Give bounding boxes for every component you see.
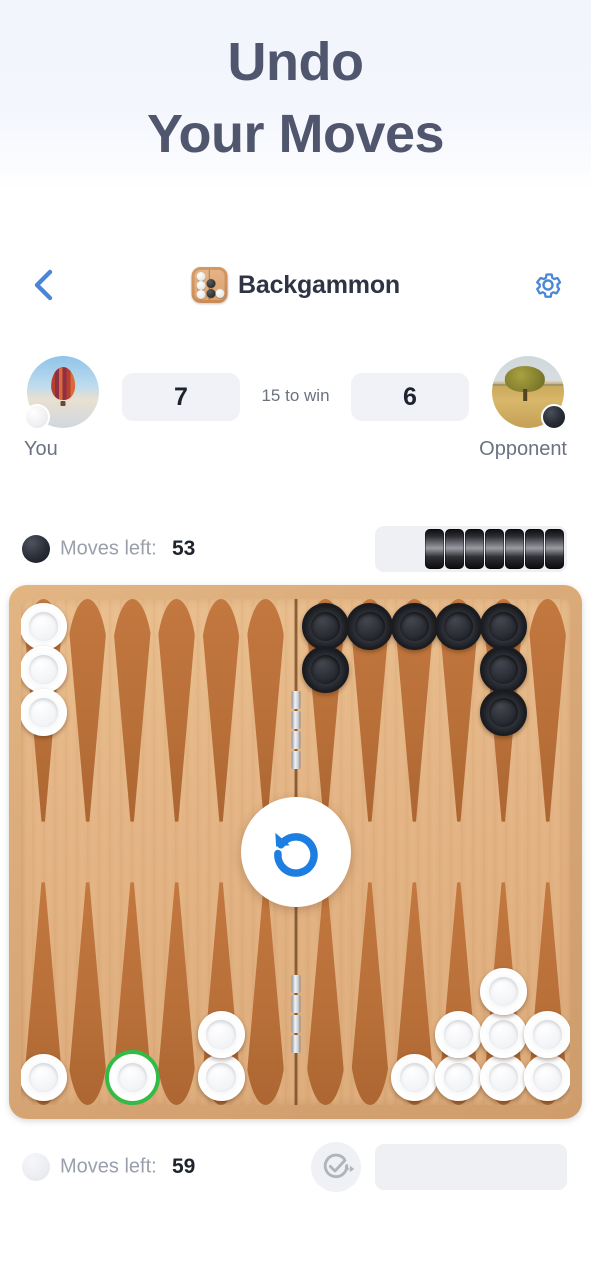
- undo-button[interactable]: [240, 797, 351, 907]
- board-point[interactable]: [244, 882, 287, 1105]
- board-point[interactable]: [155, 882, 198, 1105]
- avatar-opponent[interactable]: [492, 356, 567, 430]
- checker-white[interactable]: [21, 689, 67, 736]
- board-point[interactable]: [304, 882, 347, 1105]
- checker-white[interactable]: [524, 1054, 570, 1101]
- moves-row-white: Moves left: 59: [0, 1140, 591, 1194]
- board-quadrant-top-left: [21, 599, 288, 852]
- board-point[interactable]: [348, 882, 392, 1105]
- checker-white-selected[interactable]: [108, 1054, 156, 1101]
- checker-black[interactable]: [390, 603, 438, 650]
- borne-off-checker: [505, 529, 524, 569]
- board-point[interactable]: [66, 599, 110, 822]
- app-screen: Undo Your Moves Backgammon You 7 15 to w…: [0, 0, 591, 1280]
- confirm-skip-icon: [323, 1153, 354, 1179]
- page-title: Backgammon: [238, 270, 400, 299]
- checker-white[interactable]: [21, 1054, 67, 1101]
- target-score-label: 15 to win: [261, 386, 330, 405]
- moves-left-label-black: Moves left:: [60, 537, 157, 560]
- backgammon-board-icon: [191, 267, 228, 303]
- moves-left-count-white: 59: [172, 1155, 196, 1178]
- promo-title-line-2: Your Moves: [146, 104, 445, 164]
- back-button[interactable]: [20, 262, 66, 308]
- score-pill-opponent: 6: [351, 373, 469, 421]
- borne-off-checker: [485, 529, 504, 569]
- checker-black[interactable]: [435, 603, 483, 650]
- checker-white[interactable]: [197, 1011, 245, 1058]
- moves-left-label-white: Moves left:: [60, 1155, 157, 1178]
- confirm-move-button[interactable]: [311, 1142, 361, 1192]
- checker-black[interactable]: [301, 603, 349, 650]
- checker-white[interactable]: [390, 1054, 438, 1101]
- promo-title-line-1: Undo: [227, 32, 364, 92]
- board-point[interactable]: [526, 599, 570, 822]
- undo-arrow-icon: [273, 832, 318, 877]
- gear-icon: [536, 273, 562, 298]
- player-name-you: You: [24, 438, 58, 460]
- borne-off-checker: [425, 529, 444, 569]
- board-point[interactable]: [110, 599, 154, 822]
- checker-black[interactable]: [479, 689, 527, 736]
- checker-white[interactable]: [21, 646, 67, 693]
- bear-off-tray-white[interactable]: [375, 1144, 567, 1190]
- backgammon-board[interactable]: [9, 585, 582, 1119]
- board-point[interactable]: [244, 599, 287, 822]
- checker-white[interactable]: [479, 1011, 527, 1058]
- checker-white[interactable]: [435, 1011, 483, 1058]
- moves-left-count-black: 53: [172, 537, 196, 560]
- chevron-left-icon: [34, 269, 53, 301]
- settings-button[interactable]: [525, 262, 571, 308]
- board-hinge-bottom: [291, 975, 300, 1053]
- board-point[interactable]: [155, 599, 198, 822]
- score-pill-you: 7: [122, 373, 240, 421]
- checker-black[interactable]: [479, 646, 527, 693]
- navigation-bar: Backgammon: [0, 250, 591, 320]
- avatar-checker-badge-black: [541, 404, 567, 430]
- checker-black[interactable]: [479, 603, 527, 650]
- borne-off-checker: [525, 529, 544, 569]
- checker-white[interactable]: [479, 1054, 527, 1101]
- borne-off-checker: [465, 529, 484, 569]
- borne-off-checker: [545, 529, 564, 569]
- board-point[interactable]: [199, 599, 243, 822]
- checker-white[interactable]: [435, 1054, 483, 1101]
- moves-row-black: Moves left: 53: [0, 522, 591, 576]
- board-quadrant-bottom-left: [21, 852, 288, 1105]
- score-bar: You 7 15 to win 6 Opponent: [0, 356, 591, 486]
- board-playfield: [21, 599, 570, 1105]
- checker-white[interactable]: [524, 1011, 570, 1058]
- score-value-you: 7: [174, 382, 188, 411]
- white-checker-indicator-icon: [22, 1153, 50, 1181]
- checker-white[interactable]: [197, 1054, 245, 1101]
- avatar-you[interactable]: [24, 356, 99, 430]
- board-point[interactable]: [66, 882, 110, 1105]
- checker-white[interactable]: [479, 968, 527, 1015]
- nav-title-group: Backgammon: [191, 267, 400, 303]
- black-checker-indicator-icon: [22, 535, 50, 563]
- checker-white[interactable]: [21, 603, 67, 650]
- bear-off-tray-black[interactable]: [375, 526, 567, 572]
- player-name-opponent: Opponent: [479, 438, 567, 460]
- score-value-opponent: 6: [403, 382, 417, 411]
- board-hinge-top: [291, 691, 300, 769]
- avatar-checker-badge-white: [24, 404, 50, 430]
- checker-black[interactable]: [301, 646, 349, 693]
- borne-off-checker: [445, 529, 464, 569]
- board-quadrant-bottom-right: [303, 852, 570, 1105]
- board-quadrant-top-right: [301, 599, 570, 852]
- promo-header: Undo Your Moves: [0, 0, 591, 190]
